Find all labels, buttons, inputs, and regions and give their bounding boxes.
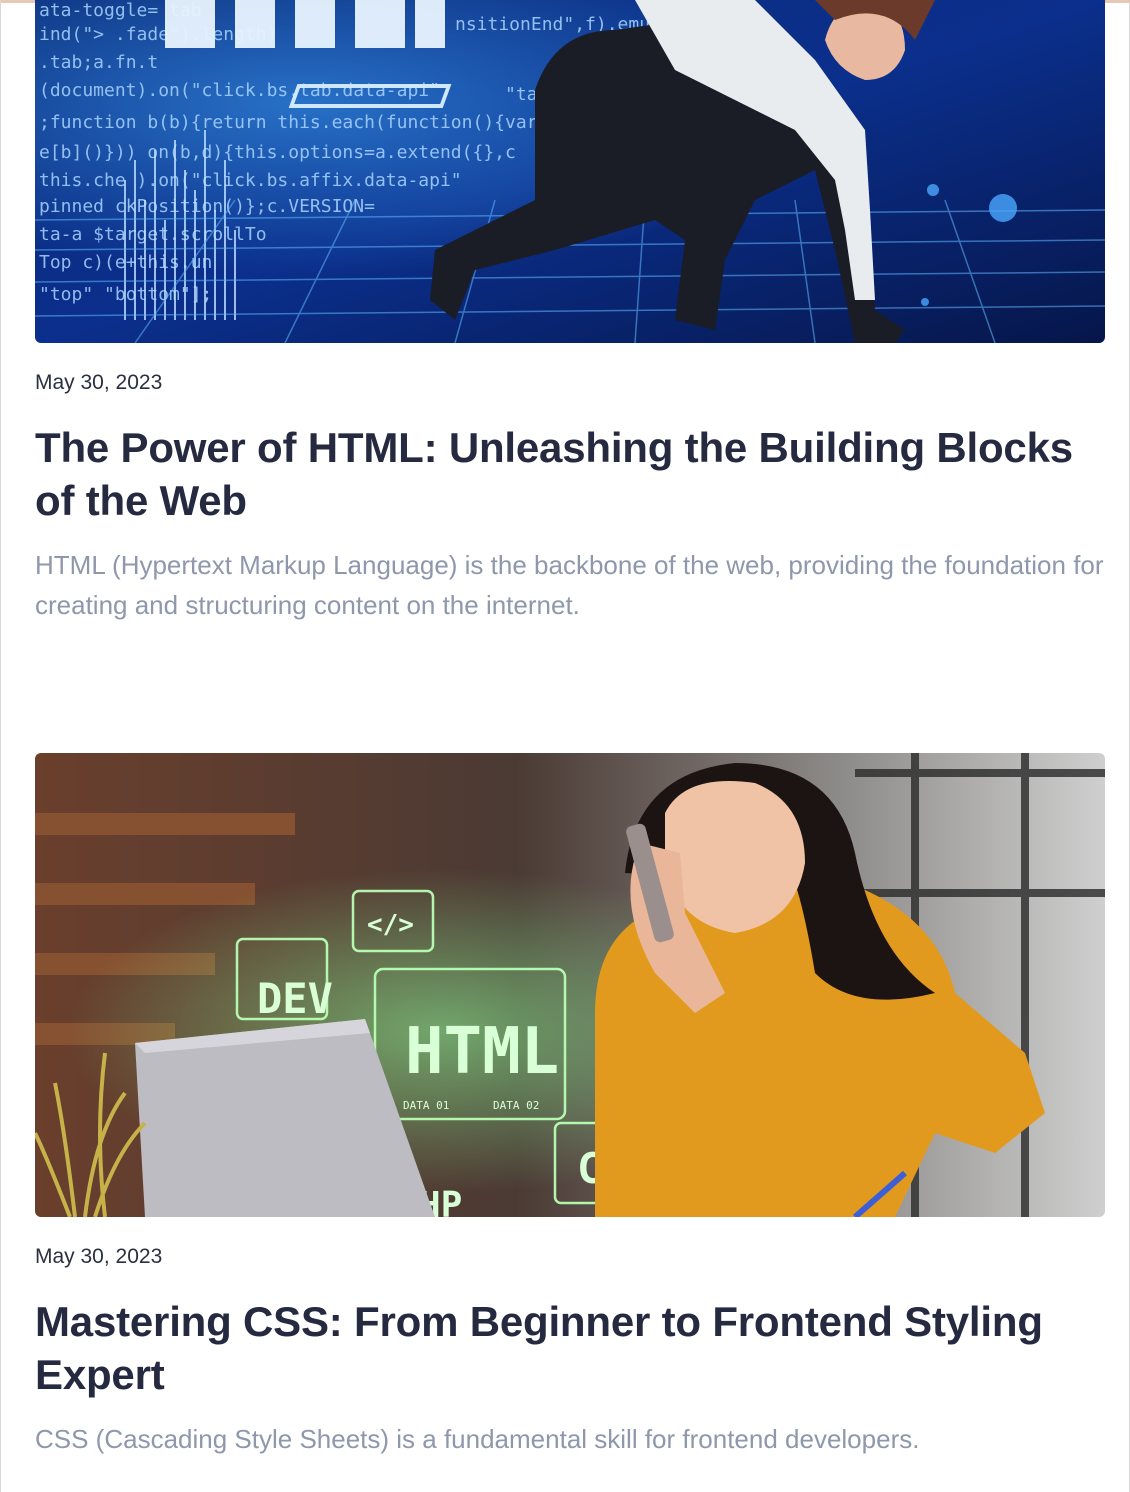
svg-text:.tab;a.fn.t: .tab;a.fn.t: [39, 52, 158, 73]
blog-post-card[interactable]: DEV </> HTML CSS HP DATA 01 DATA 02: [35, 753, 1105, 1454]
post-thumbnail[interactable]: DEV </> HTML CSS HP DATA 01 DATA 02: [35, 753, 1105, 1217]
html-hero-image: ata-toggle= tab ind("> .fade").length) .…: [35, 0, 1105, 343]
post-title[interactable]: Mastering CSS: From Beginner to Frontend…: [35, 1295, 1105, 1401]
post-thumbnail[interactable]: ata-toggle= tab ind("> .fade").length) .…: [35, 0, 1105, 343]
post-excerpt: HTML (Hypertext Markup Language) is the …: [35, 550, 1104, 620]
svg-text:DATA 01: DATA 01: [403, 1099, 449, 1112]
css-hero-image: DEV </> HTML CSS HP DATA 01 DATA 02: [35, 753, 1105, 1217]
svg-text:DEV: DEV: [257, 974, 333, 1023]
post-title[interactable]: The Power of HTML: Unleashing the Buildi…: [35, 421, 1105, 527]
post-date: May 30, 2023: [35, 1245, 163, 1268]
svg-text:DATA 02: DATA 02: [493, 1099, 539, 1112]
svg-text:ta-a $target.scrollTo: ta-a $target.scrollTo: [39, 224, 267, 245]
svg-text:HTML: HTML: [405, 1015, 559, 1089]
svg-text:(document).on("click.bs.tab.da: (document).on("click.bs.tab.data-api": [39, 80, 440, 101]
svg-text:e[b]()})) on(b,d){this.option: e[b]()})) on(b,d){this.options=a.extend(…: [39, 142, 516, 163]
svg-text:</>: </>: [367, 910, 414, 940]
post-excerpt: CSS (Cascading Style Sheets) is a fundam…: [35, 1424, 920, 1454]
blog-post-card[interactable]: ata-toggle= tab ind("> .fade").length) .…: [35, 0, 1105, 620]
blog-list-page: ata-toggle= tab ind("> .fade").length) .…: [0, 0, 1130, 1492]
svg-text:pinned ckPosition()};c.VERSIO: pinned ckPosition()};c.VERSION=: [39, 196, 375, 217]
post-date: May 30, 2023: [35, 371, 163, 394]
svg-text:this.che ).on("click.bs.affi: this.che ).on("click.bs.affix.data-api": [39, 170, 462, 191]
